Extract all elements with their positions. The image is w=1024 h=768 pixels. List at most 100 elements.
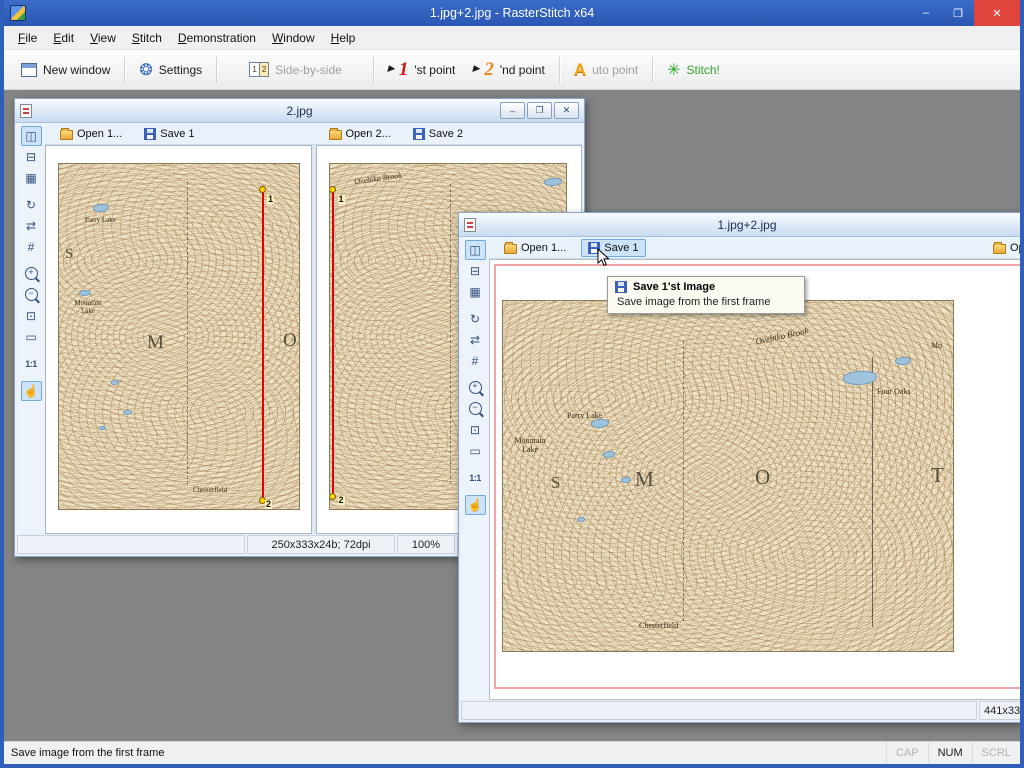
save-1-button[interactable]: Save 1 bbox=[137, 125, 201, 143]
save-2-button[interactable]: Save 2 bbox=[406, 125, 470, 143]
auto-point-icon: A bbox=[574, 62, 586, 78]
map-place-label: Mountain Lake bbox=[509, 437, 551, 455]
zoom-out-icon[interactable] bbox=[21, 285, 42, 305]
first-point-button[interactable]: 1 'st point bbox=[379, 56, 464, 84]
toolbar-separator bbox=[124, 57, 125, 83]
stitched-map-image[interactable]: Ovebiko Brook Mo Four Oaks Parry Lake Mo… bbox=[502, 300, 954, 652]
map-letter: M bbox=[147, 332, 164, 354]
lake bbox=[93, 204, 109, 212]
stitch-point-1[interactable] bbox=[259, 186, 266, 193]
actual-size-icon[interactable]: 1:1 bbox=[21, 354, 42, 374]
menu-help[interactable]: Help bbox=[323, 27, 364, 49]
grid-icon[interactable]: # bbox=[465, 351, 486, 371]
view-split-vertical-icon[interactable]: ◫ bbox=[21, 126, 42, 146]
lake bbox=[123, 410, 132, 415]
map-letter: M bbox=[635, 467, 654, 492]
child1-file-toolbar: Open 1... Save 1 Open 2... Save 2 bbox=[45, 123, 582, 145]
rotate-icon[interactable]: ↻ bbox=[465, 309, 486, 329]
map-letter: O bbox=[755, 465, 770, 490]
zoom-in-icon[interactable] bbox=[465, 378, 486, 398]
auto-point-button[interactable]: A uto point bbox=[565, 56, 647, 84]
stitch-point-1[interactable] bbox=[329, 186, 336, 193]
zoom-out-icon[interactable] bbox=[465, 399, 486, 419]
crop-icon[interactable]: ⊡ bbox=[465, 420, 486, 440]
menu-file[interactable]: File bbox=[10, 27, 45, 49]
title-bar[interactable]: 1.jpg+2.jpg - RasterStitch x64 – ❐ ✕ bbox=[4, 0, 1020, 26]
child1-title-bar[interactable]: 2.jpg – ❐ ✕ bbox=[15, 99, 584, 123]
status-cell-empty bbox=[461, 701, 977, 720]
child2-canvas[interactable]: Ovebiko Brook Mo Four Oaks Parry Lake Mo… bbox=[489, 259, 1020, 700]
stitch-line bbox=[262, 189, 264, 501]
stitch-button[interactable]: Stitch! bbox=[658, 54, 729, 86]
select-region-icon[interactable]: ▭ bbox=[21, 327, 42, 347]
new-window-button[interactable]: New window bbox=[12, 57, 119, 83]
menu-demonstration[interactable]: Demonstration bbox=[170, 27, 264, 49]
map-image-1[interactable]: S Parry Lake Mountain Lake M O Chesterfi… bbox=[58, 163, 300, 510]
open-1-button[interactable]: Open 1... bbox=[53, 125, 129, 143]
map-letter: S bbox=[65, 246, 73, 263]
stitch-point-2[interactable] bbox=[329, 493, 336, 500]
save1-tooltip: Save 1'st Image Save image from the firs… bbox=[607, 276, 805, 314]
map-place-label: Chesterfield bbox=[193, 486, 227, 494]
image-size-status: 441x333 bbox=[979, 701, 1020, 720]
minimize-button[interactable]: – bbox=[910, 0, 942, 26]
main-toolbar: New window Settings Side-by-side 1 'st p… bbox=[4, 50, 1020, 90]
maximize-button[interactable]: ❐ bbox=[942, 0, 974, 26]
open-2-button[interactable]: Open 2... bbox=[322, 125, 398, 143]
side-by-side-button[interactable]: Side-by-side bbox=[240, 56, 351, 83]
zoom-in-icon[interactable] bbox=[21, 264, 42, 284]
stitch-point-2-label: 2 bbox=[265, 500, 272, 509]
flip-icon[interactable]: ⇄ bbox=[21, 216, 42, 236]
lake bbox=[577, 517, 585, 522]
map-boundary-line bbox=[872, 357, 873, 627]
side-by-side-icon bbox=[249, 62, 269, 77]
map-boundary-line bbox=[187, 182, 188, 484]
open-2-button[interactable]: Oper bbox=[986, 239, 1020, 257]
mouse-cursor bbox=[597, 248, 610, 270]
settings-button[interactable]: Settings bbox=[130, 54, 211, 86]
view-split-horizontal-icon[interactable]: ⊟ bbox=[21, 147, 42, 167]
map-letter: T bbox=[931, 463, 944, 488]
actual-size-icon[interactable]: 1:1 bbox=[465, 468, 486, 488]
menu-view[interactable]: View bbox=[82, 27, 124, 49]
crop-icon[interactable]: ⊡ bbox=[21, 306, 42, 326]
menu-edit[interactable]: Edit bbox=[45, 27, 82, 49]
child1-minimize-button[interactable]: – bbox=[500, 102, 525, 119]
lake bbox=[621, 477, 631, 483]
open-1-button[interactable]: Open 1... bbox=[497, 239, 573, 257]
menu-stitch[interactable]: Stitch bbox=[124, 27, 170, 49]
pan-hand-icon[interactable]: ☝ bbox=[21, 381, 42, 401]
menu-bar: File Edit View Stitch Demonstration Wind… bbox=[4, 26, 1020, 50]
folder-icon bbox=[329, 130, 342, 140]
menu-window[interactable]: Window bbox=[264, 27, 323, 49]
mdi-workspace: 2.jpg – ❐ ✕ ◫ ⊟ ▦ ↻ ⇄ # ⊡ ▭ 1:1 ☝ bbox=[4, 90, 1020, 741]
app-icon bbox=[10, 5, 26, 21]
caps-lock-indicator: CAP bbox=[886, 742, 928, 764]
image-size-status: 250x333x24b; 72dpi bbox=[247, 535, 395, 554]
map-place-label: Parry Lake bbox=[85, 216, 116, 224]
rotate-icon[interactable]: ↻ bbox=[21, 195, 42, 215]
child1-side-toolbar: ◫ ⊟ ▦ ↻ ⇄ # ⊡ ▭ 1:1 ☝ bbox=[17, 123, 45, 534]
flip-icon[interactable]: ⇄ bbox=[465, 330, 486, 350]
save-1-button[interactable]: Save 1 bbox=[581, 239, 645, 257]
view-split-vertical-icon[interactable]: ◫ bbox=[465, 240, 486, 260]
new-window-icon bbox=[21, 63, 37, 77]
view-frames-icon[interactable]: ▦ bbox=[21, 168, 42, 188]
child2-title-bar[interactable]: 1.jpg+2.jpg bbox=[459, 213, 1020, 237]
map-place-label: Four Oaks bbox=[877, 387, 911, 396]
child1-close-button[interactable]: ✕ bbox=[554, 102, 579, 119]
pan-hand-icon[interactable]: ☝ bbox=[465, 495, 486, 515]
view-split-horizontal-icon[interactable]: ⊟ bbox=[465, 261, 486, 281]
map-place-label: Ovebiko Brook bbox=[755, 326, 810, 347]
save-icon bbox=[615, 281, 627, 293]
child1-restore-button[interactable]: ❐ bbox=[527, 102, 552, 119]
close-button[interactable]: ✕ bbox=[974, 0, 1020, 26]
save-icon bbox=[413, 128, 425, 140]
second-point-button[interactable]: 2 'nd point bbox=[464, 56, 554, 84]
select-region-icon[interactable]: ▭ bbox=[465, 441, 486, 461]
image-pane-1[interactable]: S Parry Lake Mountain Lake M O Chesterfi… bbox=[45, 145, 312, 534]
grid-icon[interactable]: # bbox=[21, 237, 42, 257]
lake bbox=[603, 451, 615, 458]
view-frames-icon[interactable]: ▦ bbox=[465, 282, 486, 302]
map-letter: O bbox=[283, 330, 297, 352]
